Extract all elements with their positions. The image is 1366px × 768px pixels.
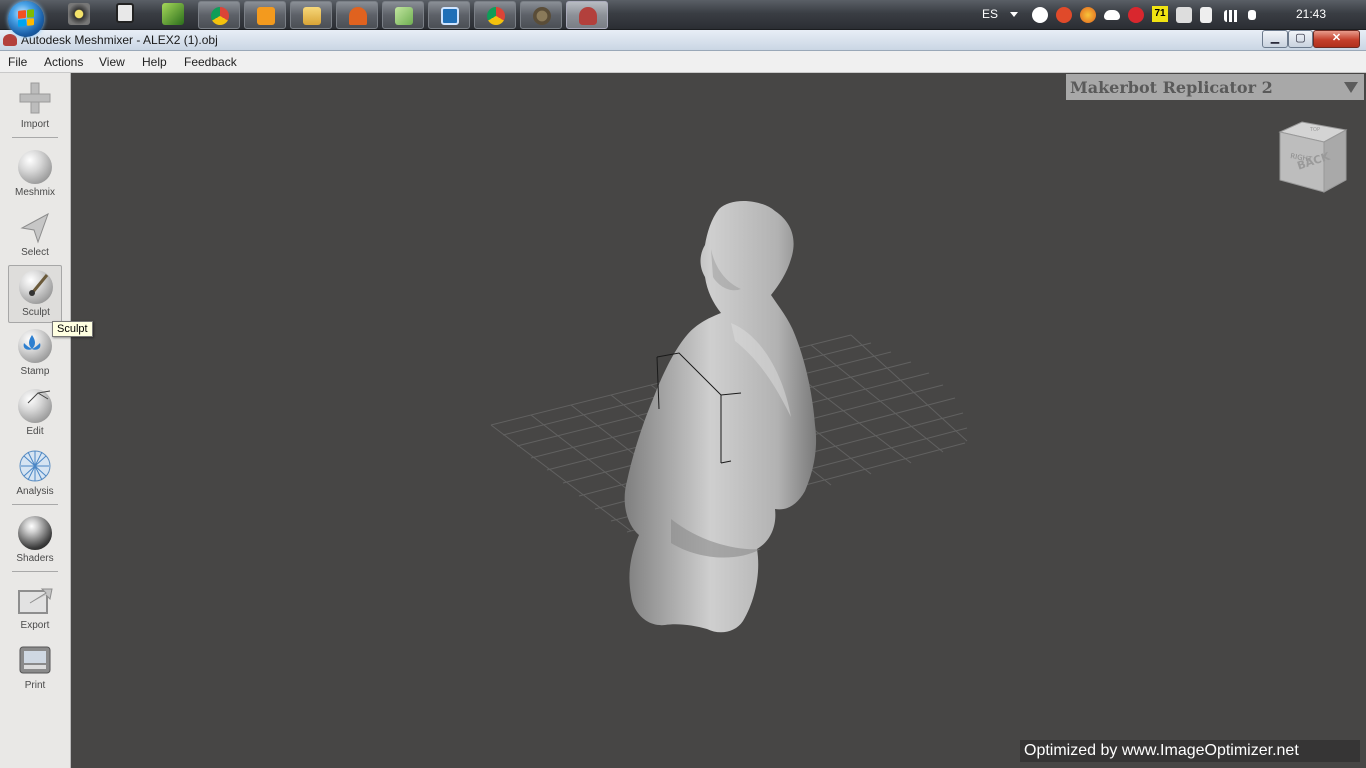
view-cube[interactable]: RIGHT BACK TOP: [1276, 120, 1350, 196]
volume-icon[interactable]: [1248, 10, 1256, 20]
app-green-icon: [395, 7, 413, 25]
scanned-figure-model[interactable]: [624, 200, 817, 633]
watermark-text: Optimized by www.ImageOptimizer.net: [1020, 740, 1360, 762]
chrome-icon: [211, 7, 229, 25]
menu-view[interactable]: View: [99, 55, 125, 69]
clock[interactable]: 21:43: [1296, 7, 1326, 21]
plus-icon: [19, 82, 51, 114]
tool-analysis[interactable]: Analysis: [8, 445, 62, 503]
fleur-de-lis-icon: [23, 335, 41, 350]
chevron-down-icon[interactable]: [1344, 82, 1358, 93]
taskbar-chrome2-button[interactable]: [474, 1, 516, 29]
eye-app-icon[interactable]: [68, 3, 90, 25]
meshmix-face-icon: [18, 150, 52, 184]
viewport-canvas: [490, 200, 968, 633]
gimp-icon: [533, 7, 551, 25]
tool-meshmix-label: Meshmix: [14, 187, 55, 198]
edit-wire-icon: [27, 390, 51, 404]
shaders-sphere-icon: [18, 516, 52, 550]
antivirus-icon[interactable]: [1056, 7, 1072, 23]
explorer-icon: [303, 7, 321, 25]
chrome-icon: [487, 7, 505, 25]
media-player-icon: [257, 7, 275, 25]
select-arrow-icon: [20, 212, 49, 244]
signal-bars-icon[interactable]: [1224, 10, 1240, 22]
windows-logo-icon: [18, 9, 34, 27]
taskbar-meshmixer-button[interactable]: [566, 1, 608, 29]
tool-export-label: Export: [20, 620, 50, 631]
tool-stamp-label: Stamp: [20, 366, 50, 377]
menu-help[interactable]: Help: [142, 55, 167, 69]
taskbar-app-blue-button[interactable]: [428, 1, 470, 29]
tool-print[interactable]: Print: [8, 639, 62, 697]
tool-sculpt-label: Sculpt: [22, 307, 50, 318]
tool-select-label: Select: [21, 247, 49, 258]
menu-feedback[interactable]: Feedback: [184, 55, 237, 69]
tool-export[interactable]: Export: [8, 579, 62, 637]
close-button[interactable]: ✕: [1313, 30, 1360, 48]
tool-edit[interactable]: Edit: [8, 385, 62, 443]
printer-selector[interactable]: Makerbot Replicator 2: [1066, 74, 1364, 100]
printer-name: Makerbot Replicator 2: [1070, 78, 1273, 97]
tool-print-label: Print: [24, 680, 46, 691]
device-icon[interactable]: [1200, 7, 1212, 23]
tool-edit-label: Edit: [26, 426, 44, 437]
meshmixer-app-icon: [3, 34, 17, 46]
sculpt-tooltip: Sculpt: [52, 321, 93, 337]
firefox-icon[interactable]: [1080, 7, 1096, 23]
menu-bar: File Actions View Help Feedback: [0, 51, 1366, 73]
onedrive-icon[interactable]: [1104, 10, 1120, 20]
mega-icon[interactable]: [1128, 7, 1144, 23]
language-indicator[interactable]: ES: [982, 7, 998, 21]
start-button[interactable]: [8, 1, 44, 37]
tool-import-label: Import: [20, 119, 50, 130]
taskbar-chrome-button[interactable]: [198, 1, 240, 29]
3d-viewport[interactable]: [71, 73, 1366, 768]
screen: { "taskbar": { "language": "ES", "tray_b…: [0, 0, 1366, 768]
tool-sculpt[interactable]: Sculpt: [8, 265, 62, 323]
tool-shaders[interactable]: Shaders: [8, 512, 62, 570]
tool-meshmix[interactable]: Meshmix: [8, 146, 62, 204]
tray-counter-badge[interactable]: 71: [1152, 6, 1168, 22]
calculator-icon[interactable]: [116, 3, 134, 23]
tool-analysis-label: Analysis: [16, 486, 54, 497]
tool-select[interactable]: Select: [8, 206, 62, 264]
tool-shaders-label: Shaders: [16, 553, 54, 564]
toolbar-divider: [12, 137, 58, 138]
taskbar-gimp-button[interactable]: [520, 1, 562, 29]
show-hidden-icons-arrow[interactable]: [1010, 12, 1018, 17]
analysis-mesh-icon: [19, 450, 51, 482]
app-orange-icon: [349, 7, 367, 25]
taskbar-app-green-button[interactable]: [382, 1, 424, 29]
view-cube-top-label: TOP: [1309, 127, 1320, 133]
taskbar-explorer-button[interactable]: [290, 1, 332, 29]
taskbar-media-button[interactable]: [244, 1, 286, 29]
minimize-button[interactable]: ▁: [1262, 30, 1288, 48]
maximize-button[interactable]: ▢: [1288, 30, 1313, 48]
export-icon: [18, 588, 53, 614]
toolbar-divider: [12, 504, 58, 505]
menu-actions[interactable]: Actions: [44, 55, 83, 69]
tool-import[interactable]: Import: [8, 79, 62, 137]
brush-icon: [29, 274, 49, 296]
cloud-upload-icon[interactable]: [1032, 7, 1048, 23]
menu-file[interactable]: File: [8, 55, 27, 69]
app-blue-icon: [441, 7, 459, 25]
toolbar-divider: [12, 571, 58, 572]
windows-taskbar: ES 71 21:43: [0, 0, 1366, 37]
notepad-plus-icon[interactable]: [162, 3, 184, 25]
window-title-bar[interactable]: Autodesk Meshmixer - ALEX2 (1).obj: [0, 30, 1366, 78]
taskbar-app-orange-button[interactable]: [336, 1, 378, 29]
tool-sidebar: Import Meshmix Select Sculpt Stamp Edit: [0, 73, 71, 768]
network-error-icon[interactable]: [1176, 7, 1192, 23]
window-title: Autodesk Meshmixer - ALEX2 (1).obj: [21, 33, 218, 47]
meshmixer-icon: [579, 7, 597, 25]
printer-icon: [19, 646, 51, 674]
